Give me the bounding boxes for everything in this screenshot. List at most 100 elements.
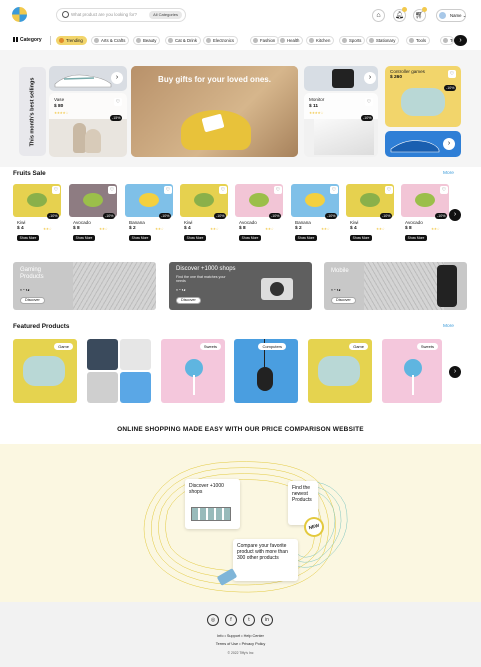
category-icon xyxy=(309,38,314,43)
category-icon xyxy=(369,38,374,43)
search-input[interactable]: What product are you looking for? xyxy=(71,12,137,17)
home-icon[interactable]: ⌂ xyxy=(372,9,385,22)
show-more-button[interactable]: Show More xyxy=(129,235,151,241)
show-more-button[interactable]: Show More xyxy=(73,235,95,241)
facebook-icon[interactable]: f xyxy=(225,614,237,626)
featured-tag: Sweets xyxy=(199,343,221,350)
featured-card-sweets[interactable]: Sweets xyxy=(161,339,225,403)
category-pill[interactable]: Beauty xyxy=(133,36,161,45)
category-pill[interactable]: Fashion xyxy=(250,36,280,45)
arrow-right-icon[interactable]: › xyxy=(111,72,123,84)
shoe-card[interactable]: › xyxy=(385,131,461,157)
favorite-icon[interactable]: ♡ xyxy=(219,186,227,194)
category-pill[interactable]: Sports xyxy=(339,36,366,45)
fruit-shape xyxy=(360,193,380,207)
show-more-button[interactable]: Show More xyxy=(184,235,206,241)
category-pill[interactable]: Kitchen xyxy=(306,36,335,45)
favorite-icon[interactable]: ♡ xyxy=(114,98,122,106)
favorite-icon[interactable]: ♡ xyxy=(274,186,282,194)
favorite-icon[interactable]: ♡ xyxy=(164,186,172,194)
user-menu[interactable]: Name ⌄ xyxy=(436,9,466,22)
gaming-banner[interactable]: Gaming Products ◐◔◑◕ Discover xyxy=(13,262,156,310)
show-more-button[interactable]: Show More xyxy=(17,235,39,241)
discover-button[interactable]: Discover xyxy=(176,297,201,304)
fruit-name: Kiwi xyxy=(350,220,359,225)
discover-button[interactable]: Discover xyxy=(20,297,45,304)
phone-image xyxy=(437,265,457,307)
category-menu[interactable]: Category xyxy=(13,37,42,43)
fruit-card[interactable]: ♡ -10% Kiwi $ 4 ★★☆ Show More xyxy=(180,184,228,244)
banner-title: Discover +1000 shops xyxy=(176,266,236,272)
category-pill[interactable]: Arts & Crafts xyxy=(91,36,130,45)
fruit-card[interactable]: ♡ -10% Banana $ 2 ★★☆ Show More xyxy=(125,184,173,244)
fruit-card[interactable]: ♡ -10% Avocado $ 8 ★★☆ Show More xyxy=(69,184,117,244)
featured-card-game[interactable]: Game xyxy=(308,339,372,403)
mobile-banner[interactable]: Mobile ◐◔◑◕ Discover xyxy=(324,262,467,310)
cart-icon[interactable]: 🛒︎ xyxy=(413,7,427,22)
next-featured-button[interactable]: › xyxy=(449,366,461,378)
fruit-shape xyxy=(305,193,325,207)
category-pill[interactable]: Cat & Drink xyxy=(165,36,201,45)
controller-image xyxy=(23,356,65,386)
gift-promo-banner[interactable]: Buy gifts for your loved ones. xyxy=(131,66,298,157)
banner-title: Gaming Products xyxy=(20,267,44,280)
favorite-icon[interactable]: ♡ xyxy=(385,186,393,194)
show-more-button[interactable]: Show More xyxy=(350,235,372,241)
favorite-icon[interactable]: ♡ xyxy=(448,70,456,78)
product-card-monitor[interactable]: Monitor $ 11 ★★★★☆ ♡ -10% xyxy=(304,93,378,157)
avatar xyxy=(439,12,446,19)
show-more-button[interactable]: Show More xyxy=(239,235,261,241)
product-card-vase[interactable]: Vase $ 80 ★★★★☆ ♡ -15% xyxy=(49,93,127,157)
promo-title: Buy gifts for your loved ones. xyxy=(158,75,271,84)
favorite-icon[interactable]: ♡ xyxy=(108,186,116,194)
footer-legal-links[interactable]: Terms of Use • Privacy Policy xyxy=(0,642,481,646)
arrow-right-icon[interactable]: › xyxy=(364,72,376,84)
sneaker-card[interactable]: › xyxy=(49,66,127,91)
footer-links[interactable]: Info • Support • Help Center xyxy=(0,634,481,638)
favorite-icon[interactable]: ♡ xyxy=(440,186,448,194)
bell-icon[interactable]: 🔔︎ xyxy=(393,7,407,22)
fruit-card[interactable]: ♡ -10% Banana $ 2 ★★☆ Show More xyxy=(291,184,339,244)
fruit-card[interactable]: ♡ -10% Avocado $ 8 ★★☆ Show More xyxy=(401,184,449,244)
featured-card-computers[interactable]: Computers xyxy=(234,339,298,403)
rating-stars: ★★★★☆ xyxy=(309,111,324,115)
favorite-icon[interactable]: ♡ xyxy=(365,98,373,106)
controller-image xyxy=(401,88,445,116)
show-more-button[interactable]: Show More xyxy=(405,235,427,241)
category-pill[interactable]: Trending xyxy=(56,36,87,45)
fruits-more-link[interactable]: More xyxy=(443,171,454,176)
twitter-icon[interactable]: t xyxy=(243,614,255,626)
fruit-card[interactable]: ♡ -10% Kiwi $ 4 ★★☆ Show More xyxy=(13,184,61,244)
category-pill[interactable]: Health xyxy=(277,36,304,45)
featured-tag: Sweets xyxy=(416,343,438,350)
next-category-button[interactable]: › xyxy=(454,35,467,46)
featured-card-game[interactable]: Game xyxy=(13,339,77,403)
search-bar[interactable]: What product are you looking for? All Ca… xyxy=(56,8,186,22)
linkedin-icon[interactable]: in xyxy=(261,614,273,626)
favorite-icon[interactable]: ♡ xyxy=(330,186,338,194)
arrow-right-icon[interactable]: › xyxy=(443,138,455,150)
fruit-card[interactable]: ♡ -10% Kiwi $ 4 ★★☆ Show More xyxy=(346,184,394,244)
category-select[interactable]: All Categories xyxy=(149,11,182,19)
featured-card-sweets[interactable]: Sweets xyxy=(382,339,442,403)
category-pill[interactable]: Stationary xyxy=(366,36,400,45)
product-card-controller[interactable]: Controller games $ 260 ♡ -10% xyxy=(385,66,461,127)
discover-button[interactable]: Discover xyxy=(331,297,356,304)
page: What product are you looking for? All Ca… xyxy=(0,0,481,667)
phone-card[interactable]: › xyxy=(304,66,378,91)
fruit-card[interactable]: ♡ -10% Avocado $ 8 ★★☆ Show More xyxy=(235,184,283,244)
next-fruits-button[interactable]: › xyxy=(449,209,461,221)
instagram-icon[interactable]: ◎ xyxy=(207,614,219,626)
featured-card-devices[interactable] xyxy=(87,339,151,403)
logo[interactable] xyxy=(12,7,27,22)
category-pill[interactable]: Tools xyxy=(406,36,431,45)
featured-more-link[interactable]: More xyxy=(443,324,454,329)
category-pill[interactable]: Electronics xyxy=(203,36,239,45)
search-icon xyxy=(62,11,69,18)
category-pill-label: Fashion xyxy=(260,38,276,43)
favorite-icon[interactable]: ♡ xyxy=(52,186,60,194)
shops-banner[interactable]: Discover +1000 shops Find the one that m… xyxy=(169,262,312,310)
show-more-button[interactable]: Show More xyxy=(295,235,317,241)
discount-badge: -10% xyxy=(47,213,60,219)
category-pill[interactable]: Toys xyxy=(440,36,454,45)
